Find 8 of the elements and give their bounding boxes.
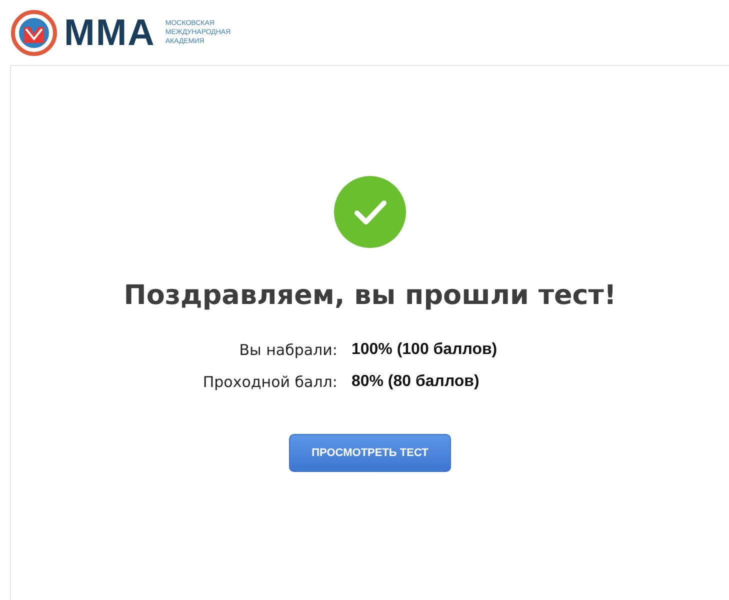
result-title: Поздравляем, вы прошли тест! bbox=[124, 280, 616, 311]
score-label: Вы набрали: bbox=[238, 341, 338, 359]
view-test-button[interactable]: ПРОСМОТРЕТЬ ТЕСТ bbox=[289, 434, 451, 472]
score-value: 80% (80 баллов) bbox=[351, 373, 480, 391]
score-value: 100% (100 баллов) bbox=[351, 341, 498, 359]
score-label: Проходной балл: bbox=[202, 373, 338, 391]
logo-emblem-icon bbox=[10, 8, 58, 56]
logo-text: ММА bbox=[64, 12, 156, 54]
